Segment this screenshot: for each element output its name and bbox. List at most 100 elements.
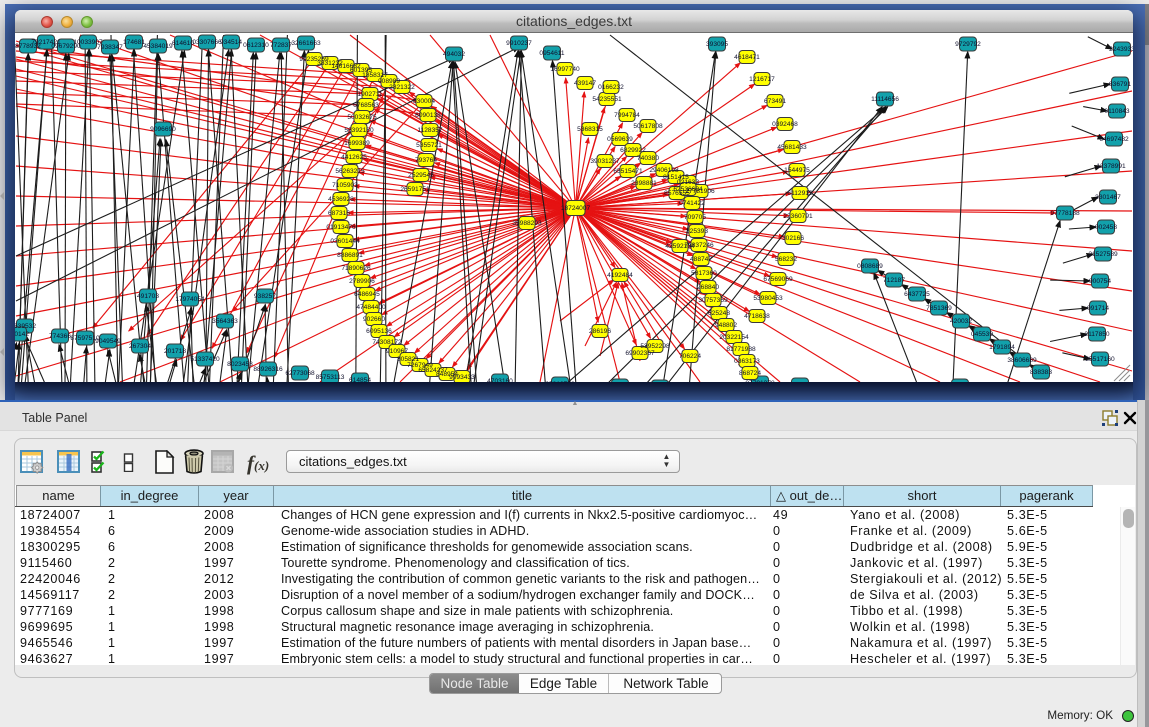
svg-text:11114656: 11114656 bbox=[871, 96, 899, 103]
svg-text:62536684: 62536684 bbox=[673, 186, 703, 193]
svg-text:902660: 902660 bbox=[363, 316, 385, 323]
svg-text:494032: 494032 bbox=[443, 51, 465, 58]
svg-text:268840: 268840 bbox=[697, 284, 719, 291]
svg-text:267304: 267304 bbox=[129, 343, 151, 350]
svg-text:0741422: 0741422 bbox=[679, 200, 705, 207]
svg-text:0569639: 0569639 bbox=[607, 136, 633, 143]
svg-text:4718638: 4718638 bbox=[744, 313, 770, 320]
svg-text:17974054: 17974054 bbox=[175, 296, 205, 303]
svg-text:838383: 838383 bbox=[1030, 369, 1052, 376]
svg-text:439147: 439147 bbox=[574, 80, 596, 87]
svg-text:393095: 393095 bbox=[706, 41, 728, 48]
svg-text:4703160: 4703160 bbox=[487, 378, 513, 382]
svg-text:2789906: 2789906 bbox=[349, 278, 375, 285]
svg-text:1902711: 1902711 bbox=[357, 91, 383, 98]
svg-text:868724: 868724 bbox=[739, 370, 761, 377]
svg-text:50032675: 50032675 bbox=[347, 114, 377, 121]
svg-text:12378991: 12378991 bbox=[1096, 163, 1126, 170]
svg-text:9096690: 9096690 bbox=[150, 126, 176, 133]
svg-text:0392468: 0392468 bbox=[772, 121, 798, 128]
svg-text:9049549: 9049549 bbox=[95, 338, 121, 345]
svg-text:53952298: 53952298 bbox=[640, 343, 670, 350]
svg-text:7994784: 7994784 bbox=[614, 112, 640, 119]
svg-text:45384019: 45384019 bbox=[143, 43, 173, 50]
svg-text:900754: 900754 bbox=[1089, 278, 1111, 285]
svg-text:53980453: 53980453 bbox=[753, 295, 783, 302]
svg-text:625248: 625248 bbox=[708, 310, 730, 317]
svg-text:0954611: 0954611 bbox=[539, 50, 565, 57]
svg-text:2243933: 2243933 bbox=[1109, 46, 1133, 53]
svg-text:2529548: 2529548 bbox=[408, 172, 434, 179]
svg-text:0166232: 0166232 bbox=[598, 84, 624, 91]
svg-text:2117850: 2117850 bbox=[1084, 331, 1110, 338]
svg-text:774366: 774366 bbox=[49, 333, 71, 340]
svg-text:7105903: 7105903 bbox=[332, 182, 358, 189]
svg-text:7938347: 7938347 bbox=[97, 44, 123, 51]
svg-text:03601444: 03601444 bbox=[330, 238, 360, 245]
svg-text:74308172: 74308172 bbox=[372, 339, 402, 346]
svg-text:9910237: 9910237 bbox=[506, 40, 532, 47]
svg-text:772837: 772837 bbox=[270, 42, 292, 49]
svg-text:201718: 201718 bbox=[164, 348, 186, 355]
svg-text:71890626: 71890626 bbox=[341, 265, 371, 272]
svg-text:03307666: 03307666 bbox=[192, 39, 222, 46]
svg-text:1216717: 1216717 bbox=[749, 76, 775, 83]
svg-text:81771988: 81771988 bbox=[726, 346, 756, 353]
svg-text:39031237: 39031237 bbox=[590, 158, 620, 165]
svg-text:002458: 002458 bbox=[1095, 224, 1117, 231]
svg-text:45681433: 45681433 bbox=[777, 144, 807, 151]
svg-text:97778188: 97778188 bbox=[1050, 210, 1080, 217]
svg-text:65515471: 65515471 bbox=[613, 168, 643, 175]
svg-text:26591751: 26591751 bbox=[400, 186, 430, 193]
svg-text:420032: 420032 bbox=[950, 318, 972, 325]
svg-text:836791: 836791 bbox=[1109, 81, 1131, 88]
svg-text:29406198: 29406198 bbox=[649, 167, 679, 174]
svg-text:830004: 830004 bbox=[413, 98, 435, 105]
svg-text:9993433: 9993433 bbox=[449, 374, 475, 381]
svg-text:56392180: 56392180 bbox=[344, 127, 374, 134]
svg-text:5368315: 5368315 bbox=[577, 126, 603, 133]
svg-text:4618471: 4618471 bbox=[734, 54, 760, 61]
svg-text:286196: 286196 bbox=[589, 328, 611, 335]
svg-text:6829922: 6829922 bbox=[620, 147, 646, 154]
svg-text:85753113: 85753113 bbox=[316, 374, 345, 381]
svg-text:2398881: 2398881 bbox=[631, 180, 657, 187]
svg-text:934514: 934514 bbox=[220, 39, 242, 46]
svg-text:491703: 491703 bbox=[137, 293, 159, 300]
svg-text:948802: 948802 bbox=[715, 322, 737, 329]
svg-text:47484400: 47484400 bbox=[356, 304, 386, 311]
svg-text:8023458: 8023458 bbox=[227, 361, 253, 368]
svg-text:6437725: 6437725 bbox=[904, 291, 930, 298]
svg-text:88926316: 88926316 bbox=[253, 366, 283, 373]
svg-text:4192484: 4192484 bbox=[607, 272, 633, 279]
svg-text:4412625: 4412625 bbox=[341, 154, 367, 161]
svg-text:01913476: 01913476 bbox=[326, 224, 356, 231]
svg-text:20322154: 20322154 bbox=[719, 334, 749, 341]
svg-text:6486945: 6486945 bbox=[354, 291, 380, 298]
svg-text:687316: 687316 bbox=[328, 210, 350, 217]
svg-text:1128357: 1128357 bbox=[417, 127, 443, 134]
svg-text:614610: 614610 bbox=[172, 40, 194, 47]
svg-text:1699389: 1699389 bbox=[344, 140, 370, 147]
svg-text:045539: 045539 bbox=[971, 331, 993, 338]
svg-text:3564363: 3564363 bbox=[212, 318, 238, 325]
svg-text:54235551: 54235551 bbox=[592, 96, 622, 103]
svg-text:35988293: 35988293 bbox=[512, 220, 542, 227]
svg-text:0363173: 0363173 bbox=[734, 358, 760, 365]
svg-text:6095136: 6095136 bbox=[366, 328, 392, 335]
svg-text:1544975: 1544975 bbox=[784, 167, 810, 174]
svg-text:614854: 614854 bbox=[349, 377, 371, 382]
svg-text:488747: 488747 bbox=[690, 256, 712, 263]
svg-text:05810758: 05810758 bbox=[545, 381, 575, 382]
svg-text:87791378: 87791378 bbox=[745, 380, 775, 382]
svg-text:174681: 174681 bbox=[123, 39, 145, 46]
svg-text:712187: 712187 bbox=[883, 277, 905, 284]
svg-text:706224: 706224 bbox=[679, 353, 701, 360]
svg-text:0612310: 0612310 bbox=[243, 42, 269, 49]
svg-text:67569069: 67569069 bbox=[763, 276, 793, 283]
svg-text:50617808: 50617808 bbox=[633, 123, 663, 130]
svg-text:740380: 740380 bbox=[637, 155, 659, 162]
svg-text:56263215: 56263215 bbox=[335, 168, 365, 175]
svg-text:51337420: 51337420 bbox=[190, 356, 220, 363]
svg-text:6112912: 6112912 bbox=[787, 190, 813, 197]
